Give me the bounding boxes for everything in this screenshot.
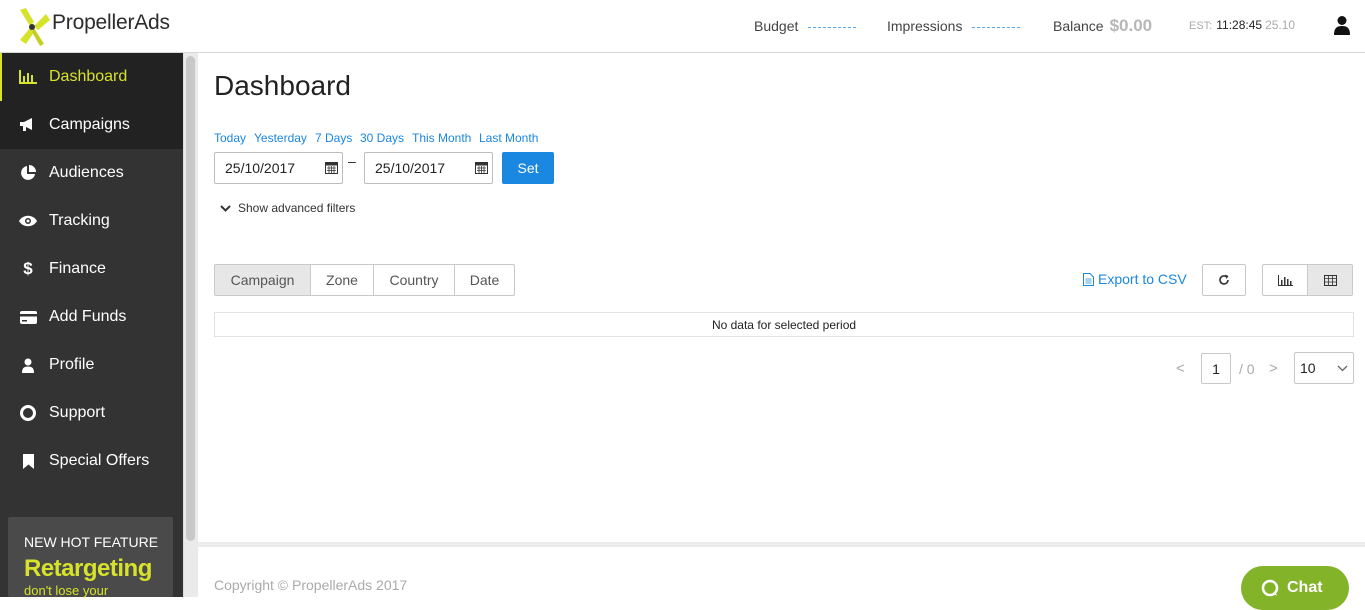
table-icon — [1323, 274, 1337, 286]
advanced-filters-label: Show advanced filters — [238, 201, 356, 215]
quick-range-this-month[interactable]: This Month — [412, 131, 471, 145]
sidebar-item-label: Dashboard — [49, 68, 128, 85]
sidebar-item-finance[interactable]: $ Finance — [0, 245, 183, 293]
date-to-value: 25/10/2017 — [375, 160, 446, 176]
refresh-button[interactable] — [1202, 264, 1246, 296]
set-date-button[interactable]: Set — [502, 152, 554, 184]
per-page-value: 10 — [1300, 360, 1316, 376]
total-pages: / 0 — [1239, 361, 1255, 377]
chat-button[interactable]: Chat — [1241, 566, 1349, 610]
date-from-input[interactable]: 25/10/2017 — [214, 152, 343, 184]
sidebar-item-tracking[interactable]: Tracking — [0, 197, 183, 245]
empty-table-message: No data for selected period — [214, 312, 1354, 337]
view-mode-toggle — [1262, 264, 1354, 296]
brand-name: PropellerAds — [52, 11, 170, 34]
eye-icon — [19, 212, 37, 230]
date-range-separator: – — [348, 153, 356, 169]
est-label: EST: — [1189, 20, 1213, 32]
promo-subtitle: don't lose your — [24, 583, 109, 598]
tab-campaign[interactable]: Campaign — [214, 264, 311, 296]
sidebar-item-label: Finance — [49, 260, 106, 277]
tab-country[interactable]: Country — [373, 264, 455, 296]
quick-range-30-days[interactable]: 30 Days — [360, 131, 404, 145]
date-to-input[interactable]: 25/10/2017 — [364, 152, 493, 184]
budget-label: Budget — [754, 18, 799, 34]
bookmark-icon — [19, 452, 37, 470]
next-page-button[interactable]: > — [1269, 360, 1278, 377]
footer-divider — [198, 542, 1365, 547]
sidebar-item-support[interactable]: Support — [0, 389, 183, 437]
chevron-down-icon — [1337, 365, 1348, 372]
per-page-select[interactable]: 10 — [1294, 352, 1354, 384]
file-icon — [1083, 272, 1094, 286]
lifebuoy-icon — [19, 404, 37, 422]
quick-range-7-days[interactable]: 7 Days — [315, 131, 352, 145]
export-csv-link[interactable]: Export to CSV — [1083, 271, 1187, 287]
sidebar-item-label: Campaigns — [49, 116, 130, 133]
show-advanced-filters-toggle[interactable]: Show advanced filters — [220, 201, 355, 215]
bar-chart-icon — [1277, 274, 1293, 286]
sidebar-item-profile[interactable]: Profile — [0, 341, 183, 389]
chat-bubble-icon — [1261, 579, 1279, 597]
sidebar-item-label: Profile — [49, 356, 95, 373]
sidebar: Dashboard Campaigns Audiences Tracking $… — [0, 53, 183, 597]
sidebar-item-special-offers[interactable]: Special Offers — [0, 437, 183, 485]
refresh-icon — [1219, 274, 1229, 285]
group-by-tabs: Campaign Zone Country Date — [214, 264, 515, 296]
current-page-input[interactable]: 1 — [1201, 353, 1231, 384]
bar-chart-icon — [19, 68, 37, 86]
sidebar-item-campaigns[interactable]: Campaigns — [0, 101, 183, 149]
tab-date[interactable]: Date — [454, 264, 515, 296]
clock-time: 11:28:45 — [1216, 18, 1263, 32]
table-view-button[interactable] — [1307, 264, 1353, 296]
calendar-icon[interactable] — [325, 161, 338, 174]
top-header: PropellerAds Budget Impressions Balance $… — [0, 0, 1365, 53]
date-from-value: 25/10/2017 — [225, 160, 296, 176]
budget-indicator: Budget — [754, 18, 857, 34]
prev-page-button[interactable]: < — [1176, 360, 1185, 377]
quick-range-today[interactable]: Today — [214, 131, 246, 145]
sidebar-item-audiences[interactable]: Audiences — [0, 149, 183, 197]
sidebar-item-label: Add Funds — [49, 308, 127, 325]
quick-range-last-month[interactable]: Last Month — [479, 131, 538, 145]
credit-card-icon — [19, 308, 37, 326]
clock-date: 25.10 — [1265, 18, 1296, 32]
retargeting-promo-banner[interactable]: NEW HOT FEATURE Retargeting don't lose y… — [8, 517, 173, 598]
chat-label: Chat — [1287, 579, 1323, 596]
export-csv-label: Export to CSV — [1098, 271, 1187, 287]
chevron-down-icon — [220, 204, 231, 212]
tab-zone[interactable]: Zone — [310, 264, 374, 296]
calendar-icon[interactable] — [475, 161, 488, 174]
budget-value-placeholder — [808, 26, 857, 28]
page-title: Dashboard — [214, 70, 351, 101]
sidebar-item-dashboard[interactable]: Dashboard — [0, 53, 183, 101]
promo-title: Retargeting — [24, 555, 152, 582]
promo-kicker: NEW HOT FEATURE — [24, 534, 159, 550]
balance-indicator: Balance $0.00 — [1053, 16, 1152, 36]
server-clock: EST: 11:28:45 25.10 — [1189, 18, 1295, 32]
sidebar-item-add-funds[interactable]: Add Funds — [0, 293, 183, 341]
sidebar-item-label: Audiences — [49, 164, 124, 181]
propeller-logo-icon — [20, 8, 50, 46]
dollar-icon: $ — [23, 259, 33, 278]
copyright-text: Copyright © PropellerAds 2017 — [214, 577, 408, 593]
user-icon — [19, 356, 37, 374]
sidebar-item-label: Special Offers — [49, 452, 150, 469]
user-account-icon[interactable] — [1333, 15, 1351, 35]
pie-chart-icon — [19, 164, 37, 182]
sidebar-item-label: Support — [49, 404, 106, 421]
balance-label: Balance — [1053, 18, 1104, 34]
sidebar-item-label: Tracking — [49, 212, 110, 229]
impressions-label: Impressions — [887, 18, 963, 34]
quick-range-yesterday[interactable]: Yesterday — [254, 131, 307, 145]
propellerads-logo[interactable]: PropellerAds — [16, 4, 186, 48]
impressions-indicator: Impressions — [887, 18, 1021, 34]
impressions-value-placeholder — [972, 26, 1021, 28]
megaphone-icon — [19, 116, 37, 134]
balance-value: $0.00 — [1109, 16, 1153, 35]
chart-view-button[interactable] — [1262, 264, 1308, 296]
sidebar-scroll-thumb[interactable] — [186, 56, 195, 541]
